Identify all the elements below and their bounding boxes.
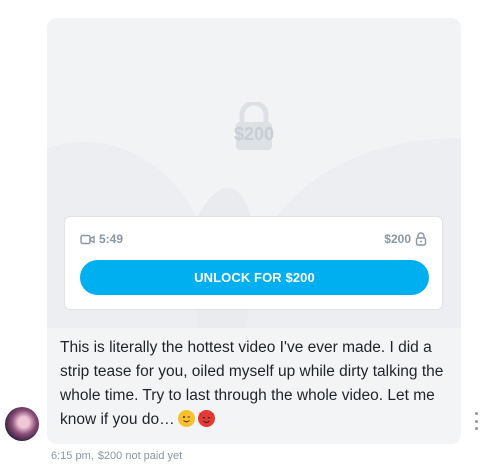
locked-media-preview[interactable]: $200 5:49 $200 UNLOCK FOR $200	[47, 18, 461, 328]
message-meta: 6:15 pm, $200 not paid yet	[51, 450, 182, 462]
message-text: This is literally the hottest video I've…	[60, 336, 452, 432]
message-bubble: $200 5:49 $200 UNLOCK FOR $200 This is l…	[47, 18, 461, 444]
message-time: 6:15 pm,	[51, 450, 94, 462]
unlock-button[interactable]: UNLOCK FOR $200	[80, 260, 429, 295]
message-body: This is literally the hottest video I've…	[60, 339, 444, 428]
unlock-panel: 5:49 $200 UNLOCK FOR $200	[64, 216, 443, 310]
more-options-icon[interactable]	[473, 412, 479, 430]
video-camera-icon	[80, 234, 95, 244]
payment-status: $200 not paid yet	[97, 450, 183, 462]
smiling-devil-icon	[197, 410, 215, 427]
more-dot	[474, 427, 478, 430]
video-duration-group: 5:49	[80, 232, 123, 246]
price-group: $200	[384, 232, 427, 246]
media-info-row: 5:49 $200	[80, 231, 427, 247]
lock-badge: $200	[47, 102, 461, 162]
price-label: $200	[384, 232, 411, 246]
winking-face-icon	[177, 410, 195, 427]
padlock-icon	[415, 232, 427, 246]
sender-avatar[interactable]	[5, 407, 39, 441]
locked-price: $200	[233, 124, 275, 144]
video-duration: 5:49	[99, 232, 124, 246]
more-dot	[474, 419, 478, 423]
more-dot	[474, 412, 478, 415]
